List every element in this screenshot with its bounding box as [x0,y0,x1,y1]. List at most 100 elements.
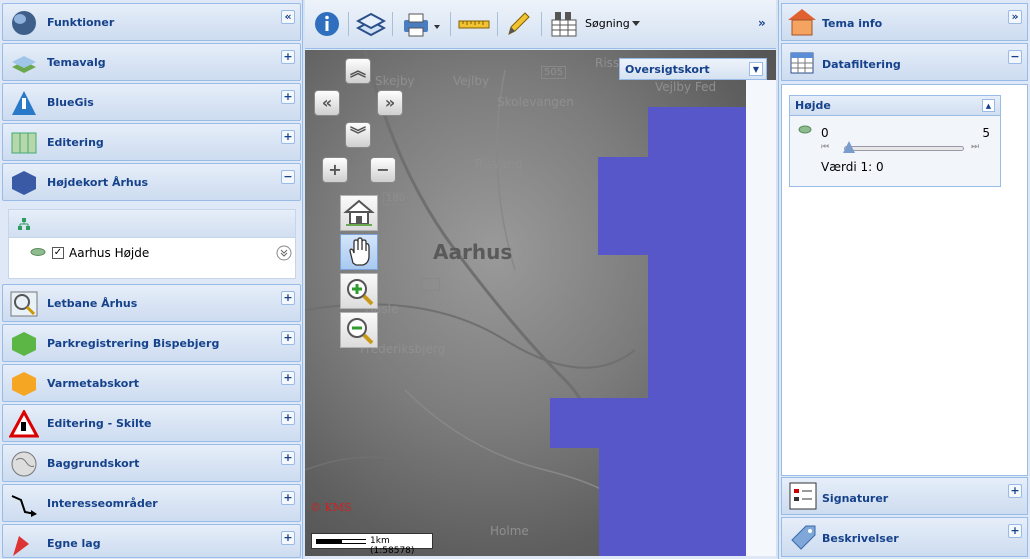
expand-icon[interactable]: + [281,531,295,545]
expand-icon[interactable]: + [281,411,295,425]
house-info-icon [788,9,816,36]
panel-bluegis[interactable]: BlueGis + [2,83,301,121]
pencil-icon[interactable] [503,8,533,40]
panel-editering-skilte[interactable]: Editering - Skilte + [2,404,301,442]
collapse-icon[interactable]: − [1008,50,1022,64]
zoom-in-small-button[interactable]: + [322,157,348,183]
water-area [598,157,746,255]
panel-varmetabskort[interactable]: Varmetabskort + [2,364,301,402]
panel-parkregistrering[interactable]: Parkregistrering Bispebjerg + [2,324,301,362]
globe-grey-icon [11,451,37,477]
overview-map-toggle[interactable]: Oversigtskort ▼ [619,58,767,80]
panel-funktioner[interactable]: Funktioner « [2,3,301,41]
hexagon-green-icon [12,332,36,356]
filter-table-icon [790,52,814,74]
map-area: Søgning » Skejby Vejlby Skolevangen Vejl… [305,0,776,559]
search-menu-label[interactable]: Søgning [585,17,630,30]
pan-right-button[interactable]: » [377,90,403,116]
panel-egne-lag[interactable]: Egne lag + [2,524,301,558]
panel-title: BlueGis [47,96,94,109]
pan-up-button[interactable]: ︽ [345,58,371,84]
panel-signaturer[interactable]: Signaturer + [781,477,1028,515]
collapse-icon[interactable]: − [281,170,295,184]
app: Funktioner « Temavalg + BlueGis + Editer… [0,0,1030,559]
expand-icon[interactable]: + [281,331,295,345]
layer-label: Aarhus Højde [69,246,150,260]
panel-editering[interactable]: Editering + [2,123,301,161]
zoom-out-tool-button[interactable] [340,312,378,348]
expand-icon[interactable]: + [1008,484,1022,498]
collapse-right-icon[interactable]: » [758,16,766,30]
water-area [599,448,746,556]
panel-baggrundskort[interactable]: Baggrundskort + [2,444,301,482]
panel-title: Højdekort Århus [47,176,149,189]
panel-title: Datafiltering [822,58,901,71]
zoom-out-small-button[interactable]: − [370,157,396,183]
water-area [550,398,746,448]
pan-down-button[interactable]: ︾ [345,122,371,148]
layer-checkbox[interactable]: ✓ [52,247,64,259]
ruler-icon[interactable] [457,8,491,40]
expand-icon[interactable]: + [281,491,295,505]
road-number-label: 01 [421,278,440,291]
panel-hojdekort-aarhus[interactable]: Højdekort Århus − [2,163,301,201]
expand-icon[interactable]: + [281,90,295,104]
tree-icon [18,218,30,230]
panel-interesseomrader[interactable]: Interesseområder + [2,484,301,522]
road-number-label: 180 [383,192,409,205]
chevron-double-down-icon[interactable] [276,245,292,261]
panel-title: Letbane Århus [47,297,138,310]
pan-left-button[interactable]: « [314,90,340,116]
zoom-in-tool-button[interactable] [340,273,378,309]
info-icon[interactable] [313,8,341,40]
datafiltering-body: Højde ▲ 0 5 ⏮ ⏭ Værdi 1: 0 [781,84,1028,476]
water-area [648,255,746,398]
legend-icon [789,482,817,510]
scale-bar: 1km (1:58578) [311,533,433,556]
map-edit-icon [11,132,37,154]
panel-datafiltering[interactable]: Datafiltering − [781,43,1028,81]
panel-letbane-aarhus[interactable]: Letbane Århus + [2,284,301,322]
expand-icon[interactable]: + [281,371,295,385]
chevron-up-icon[interactable]: ▲ [982,99,995,112]
zoom-in-icon [347,279,374,306]
pan-tool-button[interactable] [340,234,378,270]
map-canvas[interactable]: Skejby Vejlby Skolevangen Vejlby Fed Ris… [305,50,776,556]
expand-icon[interactable]: + [281,50,295,64]
filter-slider-thumb[interactable] [843,141,855,153]
filter-title: Højde [795,99,831,112]
dropdown-arrow-icon[interactable] [632,21,640,27]
zoom-out-icon [347,318,374,345]
route-arrow-icon [11,495,37,517]
magnifier-map-icon [10,291,38,317]
panel-tema-info[interactable]: Tema info » [781,3,1028,41]
right-panel: Tema info » Datafiltering − Højde ▲ 0 5 … [778,0,1030,559]
expand-icon[interactable]: + [281,451,295,465]
collapse-right-panel-icon[interactable]: » [1008,10,1022,24]
expand-icon[interactable]: + [281,130,295,144]
expand-icon[interactable]: + [281,291,295,305]
skip-end-icon[interactable]: ⏭ [971,142,979,152]
search-table-icon[interactable] [548,8,580,40]
home-button[interactable] [340,195,378,231]
skip-start-icon[interactable]: ⏮ [821,142,829,152]
map-toolbar: Søgning » [305,0,776,49]
tag-icon [791,525,816,550]
layers-icon[interactable] [356,8,386,40]
layer-item[interactable]: ✓ Aarhus Højde [9,238,295,268]
print-icon[interactable] [400,8,444,40]
collapse-left-icon[interactable]: « [281,10,295,24]
chevron-down-icon[interactable]: ▼ [749,62,763,76]
left-panel: Funktioner « Temavalg + BlueGis + Editer… [0,0,303,559]
filter-slider-track[interactable] [844,146,964,151]
map-city-label: Aarhus [433,240,513,264]
map-label: Vejlby [453,74,490,88]
hexagon-orange-icon [12,372,36,396]
panel-beskrivelser[interactable]: Beskrivelser + [781,517,1028,557]
home-icon [343,199,375,226]
hexagon-blue-icon [12,171,36,195]
expand-icon[interactable]: + [1008,524,1022,538]
map-label: Skejby [375,74,415,88]
panel-temavalg[interactable]: Temavalg + [2,43,301,81]
panel-title: Baggrundskort [47,457,140,470]
